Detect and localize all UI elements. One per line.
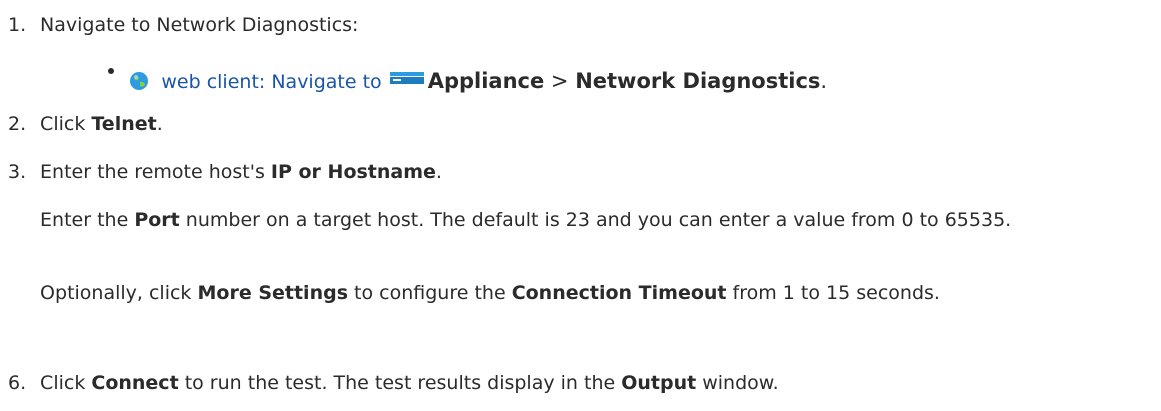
instructions: 1. Navigate to Network Diagnostics: web … <box>0 0 1161 411</box>
output-label: Output <box>621 372 697 394</box>
appliance-icon <box>389 63 424 91</box>
sub-step-text: : Navigate to <box>258 71 388 93</box>
step-text-end: from 1 to 15 seconds. <box>726 282 940 304</box>
step-text-end: . <box>156 113 163 135</box>
step-2: 2. Click Telnet. <box>8 111 163 137</box>
step-1: 1. Navigate to Network Diagnostics: <box>8 12 358 38</box>
sub-step-web-client: web client: Navigate to Appliance > Netw… <box>108 63 827 98</box>
step-text: Enter the remote host's <box>40 161 271 183</box>
step-text-mid: to configure the <box>348 282 512 304</box>
connection-timeout-label: Connection Timeout <box>511 282 727 304</box>
step-4: 4. Enter the Port number on a target hos… <box>8 207 1153 233</box>
step-5: 5. Optionally, click More Settings to co… <box>8 280 1153 306</box>
step-number: 3. <box>8 161 27 183</box>
telnet-label: Telnet <box>91 113 157 135</box>
step-text: Enter the <box>40 209 135 231</box>
bullet-dot <box>108 68 114 74</box>
step-text: Navigate to Network Diagnostics: <box>40 14 359 36</box>
step-number: 5. <box>8 280 34 306</box>
step-text-end: window. <box>696 372 779 394</box>
step-3: 3. Enter the remote host's IP or Hostnam… <box>8 159 442 185</box>
step-text: Click <box>40 372 92 394</box>
port-label: Port <box>134 209 180 231</box>
step-text-end: number on a target host. The default is … <box>179 209 1012 231</box>
breadcrumb-separator: > <box>544 69 576 93</box>
step-number: 1. <box>8 14 27 36</box>
network-diagnostics-label: Network Diagnostics <box>575 69 821 93</box>
step-text: Optionally, click <box>40 282 198 304</box>
step-number: 2. <box>8 113 27 135</box>
step-number: 6. <box>8 372 27 394</box>
globe-icon <box>129 70 149 98</box>
connect-label: Connect <box>91 372 179 394</box>
appliance-label: Appliance <box>427 69 545 93</box>
web-client-label: web client <box>161 71 259 93</box>
step-6: 6. Click Connect to run the test. The te… <box>8 370 779 396</box>
sub-step-end: . <box>820 69 828 93</box>
more-settings-label: More Settings <box>197 282 348 304</box>
step-text: Click <box>40 113 92 135</box>
step-text-end: . <box>435 161 442 183</box>
step-text-mid: to run the test. The test results displa… <box>178 372 622 394</box>
step-number: 4. <box>8 207 34 233</box>
ip-or-hostname-label: IP or Hostname <box>270 161 436 183</box>
